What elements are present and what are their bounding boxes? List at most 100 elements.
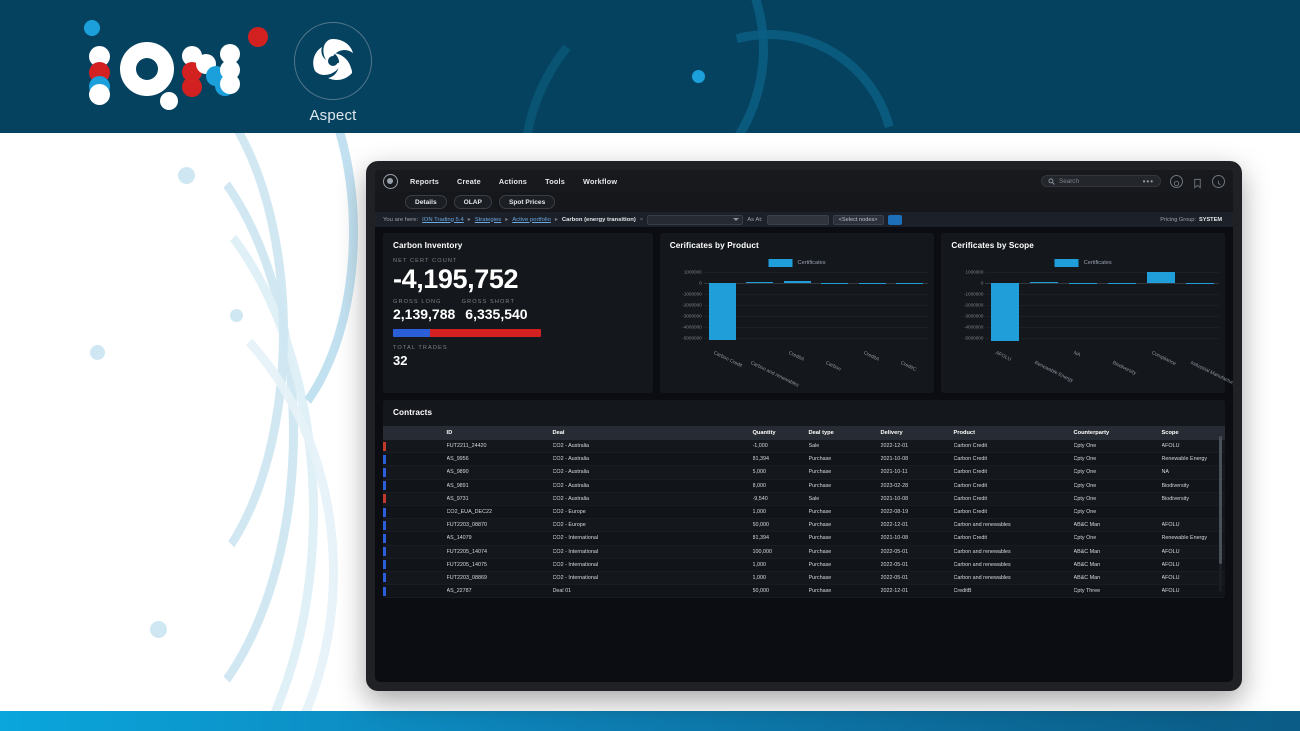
bar-slot — [1180, 267, 1219, 349]
tab-details[interactable]: Details — [405, 195, 447, 209]
bar[interactable] — [783, 281, 811, 284]
cell-deal-type: Sale — [808, 492, 881, 506]
cell-deal: CO2 - International — [552, 571, 753, 586]
cell-product: CreditB — [953, 584, 1074, 598]
table-row[interactable]: FUT2205_14074 CO2 - International 100,000 P… — [383, 545, 1225, 559]
breadcrumb-link-strategies[interactable]: Strategies — [475, 217, 502, 223]
application-screen: Reports Create Actions Tools Workflow Se… — [375, 170, 1233, 682]
bar[interactable] — [990, 283, 1019, 342]
column-header-id[interactable]: ID — [446, 426, 553, 440]
table-row[interactable]: AS_9891 CO2 - Australia 8,000 Purchase 2023-… — [383, 479, 1225, 493]
long-short-ratio-bar — [393, 329, 541, 338]
cell-deal: Deal 01 — [552, 584, 753, 598]
bar[interactable] — [1146, 272, 1175, 284]
bar-slot — [1063, 267, 1102, 349]
cell-scope: AFOLU — [1161, 518, 1225, 533]
cell-delivery: 2022-12-01 — [880, 584, 954, 598]
as-at-input[interactable] — [766, 214, 829, 225]
legend-label: Certificates — [797, 260, 826, 266]
bar[interactable] — [1029, 282, 1058, 284]
table-row[interactable]: AS_9890 CO2 - Australia 5,000 Purchase 2021-… — [383, 465, 1225, 480]
bar-slot — [854, 267, 891, 349]
cell-quantity: -1,000 — [752, 440, 809, 454]
history-icon[interactable] — [1212, 174, 1225, 188]
contracts-header-row: ID Deal Quantity Deal type Delivery Prod… — [383, 426, 1225, 440]
cell-deal-type: Purchase — [808, 545, 881, 559]
breadcrumb-close-icon[interactable]: × — [640, 217, 643, 223]
cell-id: AS_22787 — [446, 584, 553, 598]
table-row[interactable]: CO2_EUA_DEC22 CO2 - Europe 1,000 Purchase 20… — [383, 505, 1225, 520]
y-axis-tick-label: -2000000 — [682, 302, 702, 308]
cell-deal: CO2 - Europe — [552, 505, 753, 520]
row-flag — [383, 531, 447, 546]
table-row[interactable]: FUT2203_08869 CO2 - International 1,000 Pur… — [383, 571, 1225, 586]
cell-deal-type: Purchase — [808, 465, 881, 480]
bar[interactable] — [708, 283, 736, 341]
menu-item-tools[interactable]: Tools — [545, 177, 565, 186]
bookmark-icon[interactable] — [1192, 176, 1203, 189]
y-axis-tick-label: 1000000 — [683, 269, 702, 275]
column-header-deal-type[interactable]: Deal type — [808, 426, 881, 440]
contracts-title: Contracts — [393, 408, 433, 417]
table-row[interactable]: FUT2211_24420 CO2 - Australia -1,000 Sale 20… — [383, 440, 1225, 454]
bar[interactable] — [858, 282, 886, 284]
cell-scope: Biodiversity — [1161, 479, 1225, 493]
search-input[interactable]: Search ••• — [1041, 175, 1161, 187]
cell-id: CO2_EUA_DEC22 — [446, 505, 553, 520]
bar[interactable] — [1185, 282, 1214, 284]
table-row[interactable]: FUT2203_08870 CO2 - Europe 50,000 Purchase 2… — [383, 518, 1225, 533]
breadcrumb-separator: ▸ — [554, 216, 558, 223]
table-row[interactable]: AS_22787 Deal 01 50,000 Purchase 2022-12-01 C… — [383, 584, 1225, 598]
column-header-product[interactable]: Product — [953, 426, 1074, 440]
app-logo-icon[interactable] — [383, 173, 398, 189]
table-row[interactable]: AS_14079 CO2 - International 81,394 Purchas… — [383, 531, 1225, 546]
cell-counterparty: Cpty Three — [1073, 584, 1162, 598]
y-axis-tick-label: -3000000 — [682, 313, 702, 319]
menu-item-actions[interactable]: Actions — [499, 177, 527, 186]
breadcrumb-link-active-portfolio[interactable]: Active portfolio — [512, 217, 551, 223]
bar[interactable] — [896, 283, 924, 285]
cell-counterparty: Cpty One — [1073, 492, 1162, 506]
tab-spot-prices[interactable]: Spot Prices — [498, 195, 556, 209]
apply-nodes-button[interactable] — [887, 214, 902, 225]
breadcrumb-link-ion-trading[interactable]: ION Trading 5.4 — [422, 217, 464, 223]
menu-item-workflow[interactable]: Workflow — [583, 177, 617, 186]
scope-chart-plot — [985, 267, 1219, 349]
bar[interactable] — [1107, 283, 1136, 285]
cell-product: Carbon Credit — [953, 505, 1074, 520]
scrollbar-thumb[interactable] — [1219, 436, 1222, 564]
table-row[interactable]: AS_9956 CO2 - Australia 81,394 Purchase 2021… — [383, 452, 1225, 467]
search-overflow-icon[interactable]: ••• — [1143, 177, 1154, 186]
y-axis-tick-label: -3000000 — [963, 313, 984, 319]
bar[interactable] — [746, 282, 774, 284]
bar[interactable] — [1068, 283, 1097, 285]
tab-olap[interactable]: OLAP — [453, 195, 492, 209]
aspect-label: Aspect — [309, 107, 357, 124]
table-row[interactable]: AS_9731 CO2 - Australia -9,540 Sale 2021-10-… — [383, 492, 1225, 506]
cell-id: AS_9891 — [446, 479, 553, 493]
bar-slot — [1102, 267, 1141, 349]
table-row[interactable]: FUT2205_14075 CO2 - International 1,000 Pur… — [383, 558, 1225, 572]
cell-deal-type: Purchase — [808, 505, 881, 520]
help-icon[interactable] — [1170, 174, 1183, 188]
menu-item-create[interactable]: Create — [457, 177, 481, 186]
cell-deal-type: Purchase — [808, 531, 881, 546]
cell-id: AS_14079 — [446, 531, 553, 546]
column-header-quantity[interactable]: Quantity — [752, 426, 809, 440]
contracts-scrollbar[interactable] — [1219, 436, 1222, 592]
node-select[interactable] — [647, 214, 744, 225]
certificates-by-scope-card: Cerificates by Scope Certificates 100000… — [941, 233, 1233, 393]
column-header-deal[interactable]: Deal — [552, 426, 753, 440]
cell-product: Carbon and renewables — [953, 545, 1074, 559]
row-flag — [383, 545, 447, 559]
cell-delivery: 2022-05-01 — [880, 571, 954, 586]
x-axis-tick-label: Compliance — [1150, 350, 1177, 367]
y-axis-tick-label: -1000000 — [682, 291, 702, 297]
column-header-delivery[interactable]: Delivery — [880, 426, 954, 440]
column-header-scope[interactable]: Scope — [1161, 426, 1225, 440]
column-header-counterparty[interactable]: Counterparty — [1073, 426, 1162, 440]
cell-deal: CO2 - Australia — [552, 452, 753, 467]
menu-item-reports[interactable]: Reports — [410, 177, 439, 186]
bar[interactable] — [821, 282, 849, 284]
select-nodes-chip[interactable]: <Select nodes> — [832, 214, 884, 225]
